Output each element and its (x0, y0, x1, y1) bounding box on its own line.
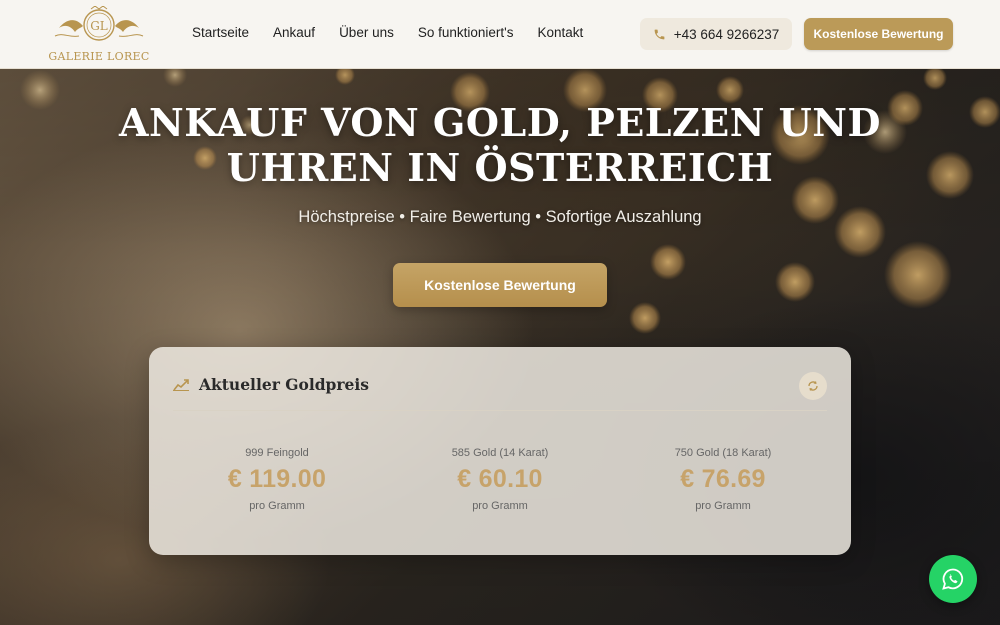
header-cta-button[interactable]: Kostenlose Bewertung (804, 18, 953, 50)
hero-subtitle: Höchstpreise • Faire Bewertung • Soforti… (298, 208, 702, 226)
price-label: 585 Gold (14 Karat) (451, 447, 549, 459)
main-nav: Startseite Ankauf Über uns So funktionie… (192, 25, 583, 40)
price-unit: pro Gramm (695, 500, 751, 512)
nav-item-ueber-uns[interactable]: Über uns (339, 25, 394, 40)
site-header: GL GALERIE LOREC Startseite Ankauf Über … (0, 0, 1000, 69)
logo-text: GALERIE LOREC (48, 50, 150, 63)
chart-line-icon (173, 378, 189, 391)
nav-item-kontakt[interactable]: Kontakt (537, 25, 583, 40)
price-label: 999 Feingold (245, 447, 309, 459)
price-value: € 60.10 (457, 465, 543, 493)
hero-title-line-1: ANKAUF VON GOLD, PELZEN UND (119, 100, 881, 145)
card-divider (173, 410, 827, 411)
price-unit: pro Gramm (472, 500, 528, 512)
gold-price-card: Aktueller Goldpreis 999 Feingold € 119.0… (149, 347, 851, 555)
nav-item-ankauf[interactable]: Ankauf (273, 25, 315, 40)
price-item-750: 750 Gold (18 Karat) € 76.69 pro Gramm (618, 447, 828, 512)
gold-price-header: Aktueller Goldpreis (173, 375, 369, 394)
whatsapp-icon (942, 568, 964, 590)
price-value: € 119.00 (227, 465, 327, 493)
price-unit: pro Gramm (249, 500, 305, 512)
price-item-999: 999 Feingold € 119.00 pro Gramm (172, 447, 382, 512)
phone-number: +43 664 9266237 (673, 26, 780, 42)
logo-emblem-icon: GL (54, 6, 144, 41)
phone-icon (654, 29, 665, 39)
hero-title-line-2: UHREN IN ÖSTERREICH (226, 145, 774, 190)
nav-item-so-funktionierts[interactable]: So funktioniert's (418, 25, 514, 40)
refresh-button[interactable] (799, 372, 827, 400)
whatsapp-button[interactable] (929, 555, 977, 603)
svg-text:GL: GL (90, 19, 108, 33)
price-label: 750 Gold (18 Karat) (674, 447, 772, 459)
gold-price-title: Aktueller Goldpreis (199, 375, 370, 394)
hero-title: ANKAUF VON GOLD, PELZEN UND UHREN IN ÖST… (100, 100, 900, 190)
price-item-585: 585 Gold (14 Karat) € 60.10 pro Gramm (395, 447, 605, 512)
hero-cta-button[interactable]: Kostenlose Bewertung (393, 263, 607, 307)
refresh-icon (808, 381, 818, 391)
phone-button[interactable]: +43 664 9266237 (640, 18, 792, 50)
logo[interactable]: GL GALERIE LOREC (45, 6, 153, 64)
nav-item-startseite[interactable]: Startseite (192, 25, 249, 40)
price-value: € 76.69 (680, 465, 766, 493)
